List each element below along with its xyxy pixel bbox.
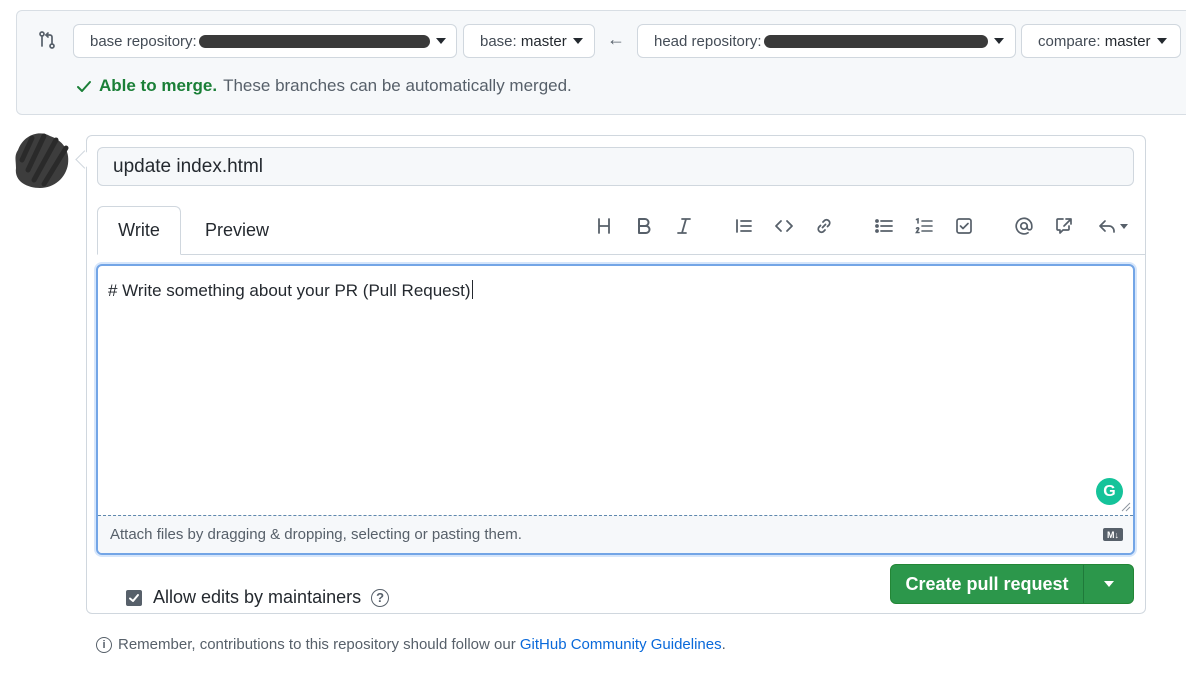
pr-body-value: # Write something about your PR (Pull Re… [108, 280, 473, 300]
check-icon [77, 81, 91, 92]
grammarly-icon[interactable]: G [1096, 478, 1123, 505]
head-repository-label: head repository: [654, 32, 762, 50]
pr-title-input[interactable]: update index.html [97, 147, 1134, 186]
community-guidelines-link[interactable]: GitHub Community Guidelines [520, 636, 722, 653]
contribution-notice-text: Remember, contributions to this reposito… [118, 636, 516, 653]
pr-title-value: update index.html [113, 155, 263, 177]
head-repository-select[interactable]: head repository: [637, 24, 1016, 58]
quote-icon[interactable] [730, 212, 758, 240]
chevron-down-icon [572, 38, 583, 44]
merge-status-detail: These branches can be automatically merg… [223, 76, 572, 95]
redacted-base-repo [198, 34, 430, 48]
compare-branches-icon [39, 31, 55, 49]
allow-edits-checkbox[interactable] [126, 589, 142, 606]
bold-icon[interactable] [630, 212, 658, 240]
base-branch-select[interactable]: base: master [463, 24, 595, 58]
pr-body-textarea[interactable]: # Write something about your PR (Pull Re… [96, 264, 1135, 555]
compare-branch-select[interactable]: compare: master [1021, 24, 1181, 58]
base-branch-value: master [520, 32, 567, 50]
base-repository-label: base repository: [90, 32, 197, 50]
redacted-head-repo [763, 34, 988, 48]
markdown-icon[interactable]: M↓ [1103, 528, 1123, 541]
chevron-down-icon [436, 38, 446, 44]
mention-icon[interactable] [1010, 212, 1038, 240]
italic-icon[interactable] [670, 212, 698, 240]
ordered-list-icon[interactable] [910, 212, 938, 240]
arrow-left-icon: ← [607, 29, 625, 49]
task-list-icon[interactable] [950, 212, 978, 240]
compare-branch-label: compare: [1038, 32, 1101, 50]
merge-status: Able to merge. These branches can be aut… [75, 76, 572, 96]
base-repository-select[interactable]: base repository: [73, 24, 457, 58]
reference-icon[interactable] [1050, 212, 1078, 240]
attach-files-bar[interactable]: Attach files by dragging & dropping, sel… [98, 515, 1133, 553]
reply-icon[interactable] [1092, 212, 1132, 240]
create-pull-request-button[interactable]: Create pull request [891, 565, 1084, 603]
help-icon[interactable]: ? [371, 588, 390, 607]
chevron-down-icon [993, 38, 1004, 44]
avatar [15, 133, 69, 188]
base-branch-label: base: [480, 32, 517, 50]
info-icon: i [96, 636, 112, 653]
chevron-down-icon [1156, 38, 1167, 44]
link-icon[interactable] [810, 212, 838, 240]
merge-status-label: Able to merge. [99, 76, 218, 95]
contribution-notice: i Remember, contributions to this reposi… [96, 636, 726, 653]
contribution-notice-end: . [721, 636, 726, 653]
chevron-down-icon [1119, 223, 1128, 229]
chevron-down-icon [1103, 581, 1114, 587]
unordered-list-icon[interactable] [870, 212, 898, 240]
allow-edits-option[interactable]: Allow edits by maintainers ? [126, 587, 390, 608]
compare-branch-value: master [1104, 32, 1151, 50]
heading-icon[interactable] [590, 212, 618, 240]
create-pull-request-button-group: Create pull request [890, 564, 1134, 604]
allow-edits-label: Allow edits by maintainers [153, 587, 362, 607]
tab-write[interactable]: Write [97, 206, 181, 255]
tab-preview[interactable]: Preview [191, 206, 283, 255]
resize-handle-icon[interactable] [1121, 502, 1131, 512]
code-icon[interactable] [770, 212, 798, 240]
create-options-dropdown[interactable] [1084, 565, 1133, 603]
compare-bar: base repository: base: master ← head rep… [16, 10, 1186, 115]
attach-files-hint: Attach files by dragging & dropping, sel… [110, 526, 522, 543]
